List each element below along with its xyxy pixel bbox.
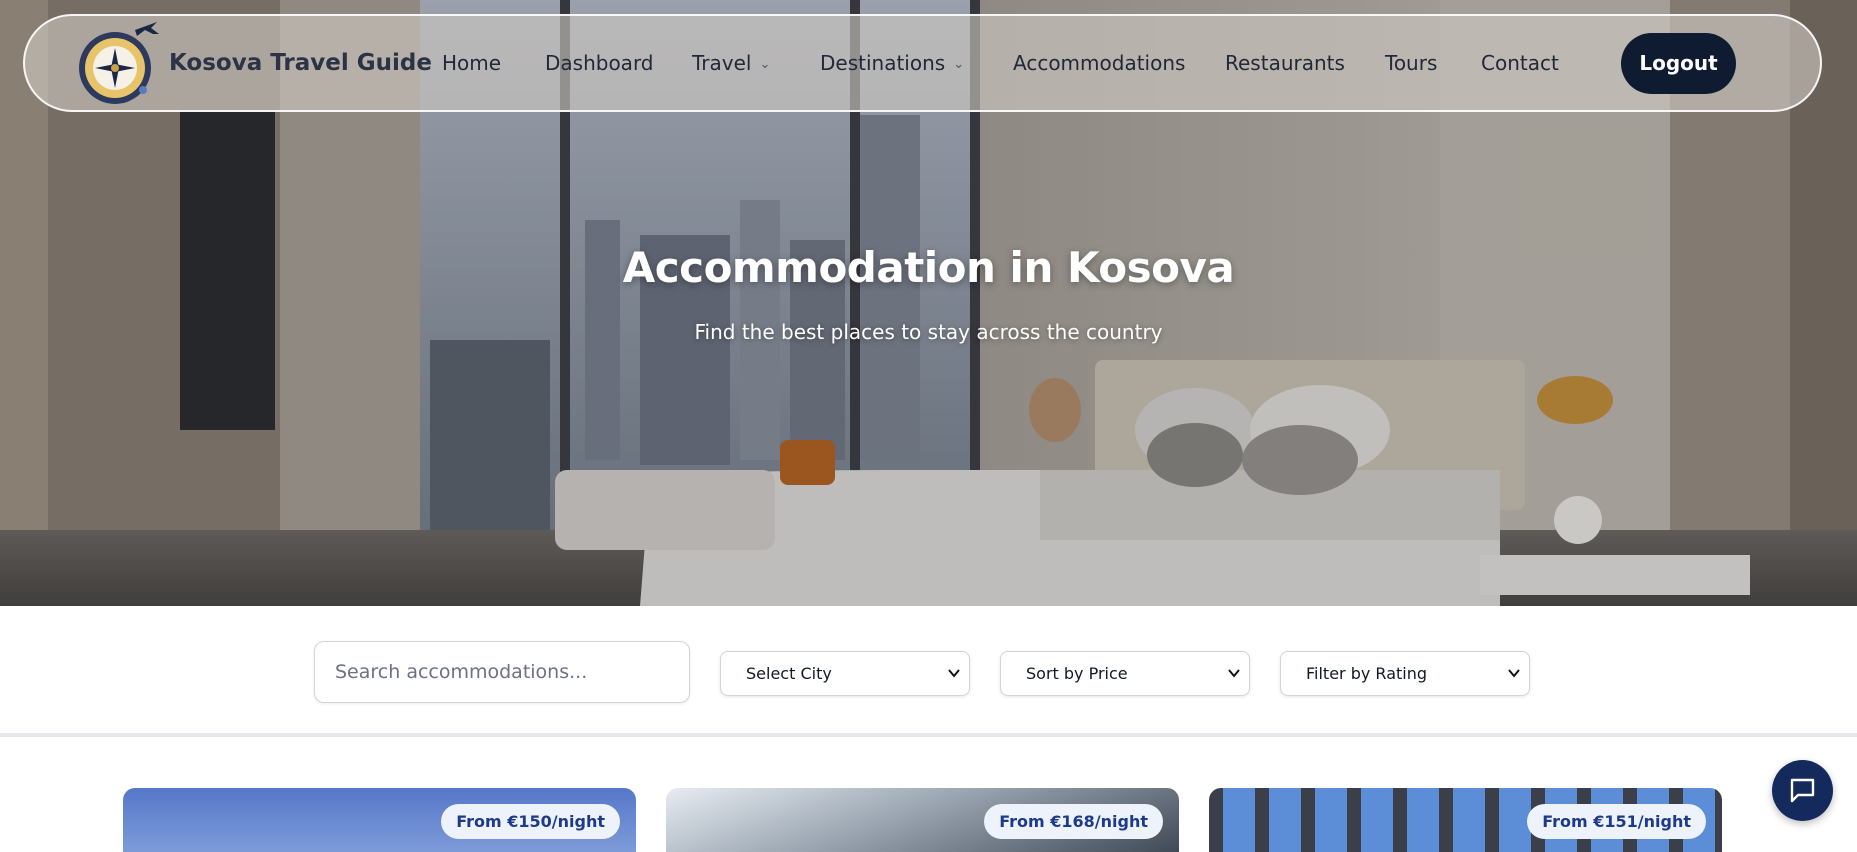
search-field[interactable] xyxy=(314,641,690,703)
logout-button[interactable]: Logout xyxy=(1621,33,1736,94)
chevron-down-icon xyxy=(1508,669,1520,678)
chevron-down-icon: ⌄ xyxy=(759,57,771,72)
accommodation-card[interactable]: From €150/night xyxy=(123,788,636,852)
compass-airplane-icon[interactable] xyxy=(75,20,175,108)
price-badge: From €150/night xyxy=(441,804,620,839)
search-input[interactable] xyxy=(315,642,689,702)
nav-contact[interactable]: Contact xyxy=(1481,51,1559,75)
chevron-down-icon: ⌄ xyxy=(953,57,965,72)
nav-accommodations[interactable]: Accommodations xyxy=(1013,51,1185,75)
price-badge: From €168/night xyxy=(984,804,1163,839)
chevron-down-icon xyxy=(1228,669,1240,678)
chevron-down-icon xyxy=(948,669,960,678)
nav-travel[interactable]: Travel ⌄ xyxy=(692,51,770,75)
nav-label: Dashboard xyxy=(545,51,654,75)
accommodation-card[interactable]: From €151/night xyxy=(1209,788,1722,852)
nav-label: Restaurants xyxy=(1225,51,1345,75)
rating-select-value: Filter by Rating xyxy=(1306,664,1428,683)
price-badge: From €151/night xyxy=(1527,804,1706,839)
hero-title: Accommodation in Kosova xyxy=(622,243,1235,292)
rating-select[interactable]: Filter by Rating xyxy=(1280,651,1530,696)
section-divider xyxy=(0,733,1857,737)
nav-label: Accommodations xyxy=(1013,51,1186,75)
nav-label: Destinations xyxy=(820,51,946,75)
price-select-value: Sort by Price xyxy=(1026,664,1128,683)
chat-button[interactable] xyxy=(1772,760,1833,821)
main-navbar: Kosova Travel Guide Home Dashboard Trave… xyxy=(23,14,1822,112)
nav-dashboard[interactable]: Dashboard xyxy=(545,51,654,75)
nav-destinations[interactable]: Destinations ⌄ xyxy=(820,51,964,75)
nav-restaurants[interactable]: Restaurants xyxy=(1225,51,1345,75)
nav-home[interactable]: Home xyxy=(442,51,501,75)
nav-tours[interactable]: Tours xyxy=(1385,51,1437,75)
nav-label: Tours xyxy=(1385,51,1438,75)
hero-subtitle: Find the best places to stay across the … xyxy=(694,320,1163,344)
city-select-value: Select City xyxy=(746,664,832,683)
price-select[interactable]: Sort by Price xyxy=(1000,651,1250,696)
filter-bar: Select City Sort by Price Filter by Rati… xyxy=(0,606,1857,737)
nav-label: Contact xyxy=(1481,51,1559,75)
city-select[interactable]: Select City xyxy=(720,651,970,696)
brand-name[interactable]: Kosova Travel Guide xyxy=(169,50,432,76)
nav-label: Home xyxy=(442,51,502,75)
chat-bubble-icon xyxy=(1790,778,1815,803)
nav-label: Travel xyxy=(692,51,752,75)
accommodation-card[interactable]: From €168/night xyxy=(666,788,1179,852)
